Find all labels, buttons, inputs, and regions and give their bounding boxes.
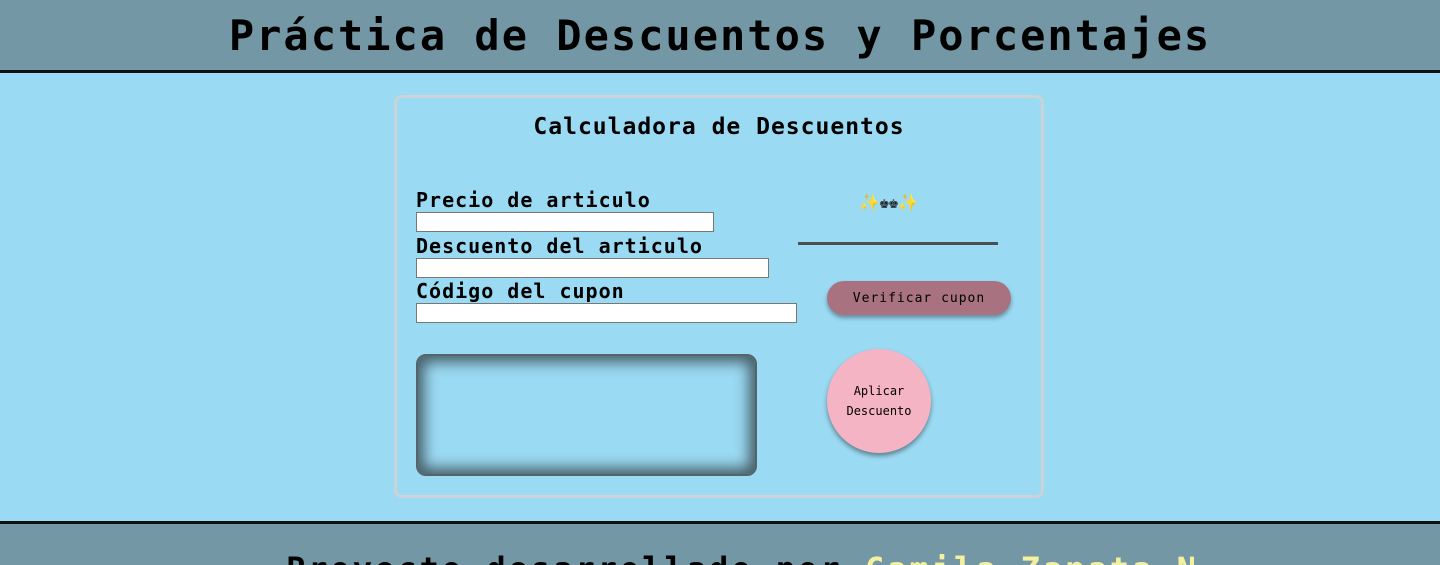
footer-text: Proyecto desarrollado por <box>286 550 843 565</box>
footer-credit: Proyecto desarrollado por Camila Zapata … <box>286 550 1221 565</box>
price-input[interactable] <box>416 212 714 232</box>
coupon-input[interactable] <box>416 303 797 323</box>
page-footer: Proyecto desarrollado por Camila Zapata … <box>0 521 1440 565</box>
footer-author-name: Camila Zapata N. <box>865 550 1221 565</box>
discount-input[interactable] <box>416 258 769 278</box>
divider <box>798 242 998 245</box>
result-display <box>416 354 757 476</box>
verify-coupon-button[interactable]: Verificar cupon <box>827 281 1011 315</box>
apply-discount-button[interactable]: Aplicar Descuento <box>827 349 931 453</box>
sparkle-crown-icon: ✨♚♚✨ <box>859 193 919 213</box>
page-title: Práctica de Descuentos y Porcentajes <box>228 10 1212 60</box>
price-label: Precio de articulo <box>416 188 651 212</box>
discount-calculator-card: Calculadora de Descuentos Precio de arti… <box>394 95 1044 498</box>
discount-label: Descuento del articulo <box>416 234 703 258</box>
page-header: Práctica de Descuentos y Porcentajes <box>0 0 1440 73</box>
calculator-title: Calculadora de Descuentos <box>533 114 905 140</box>
coupon-label: Código del cupon <box>416 279 625 303</box>
